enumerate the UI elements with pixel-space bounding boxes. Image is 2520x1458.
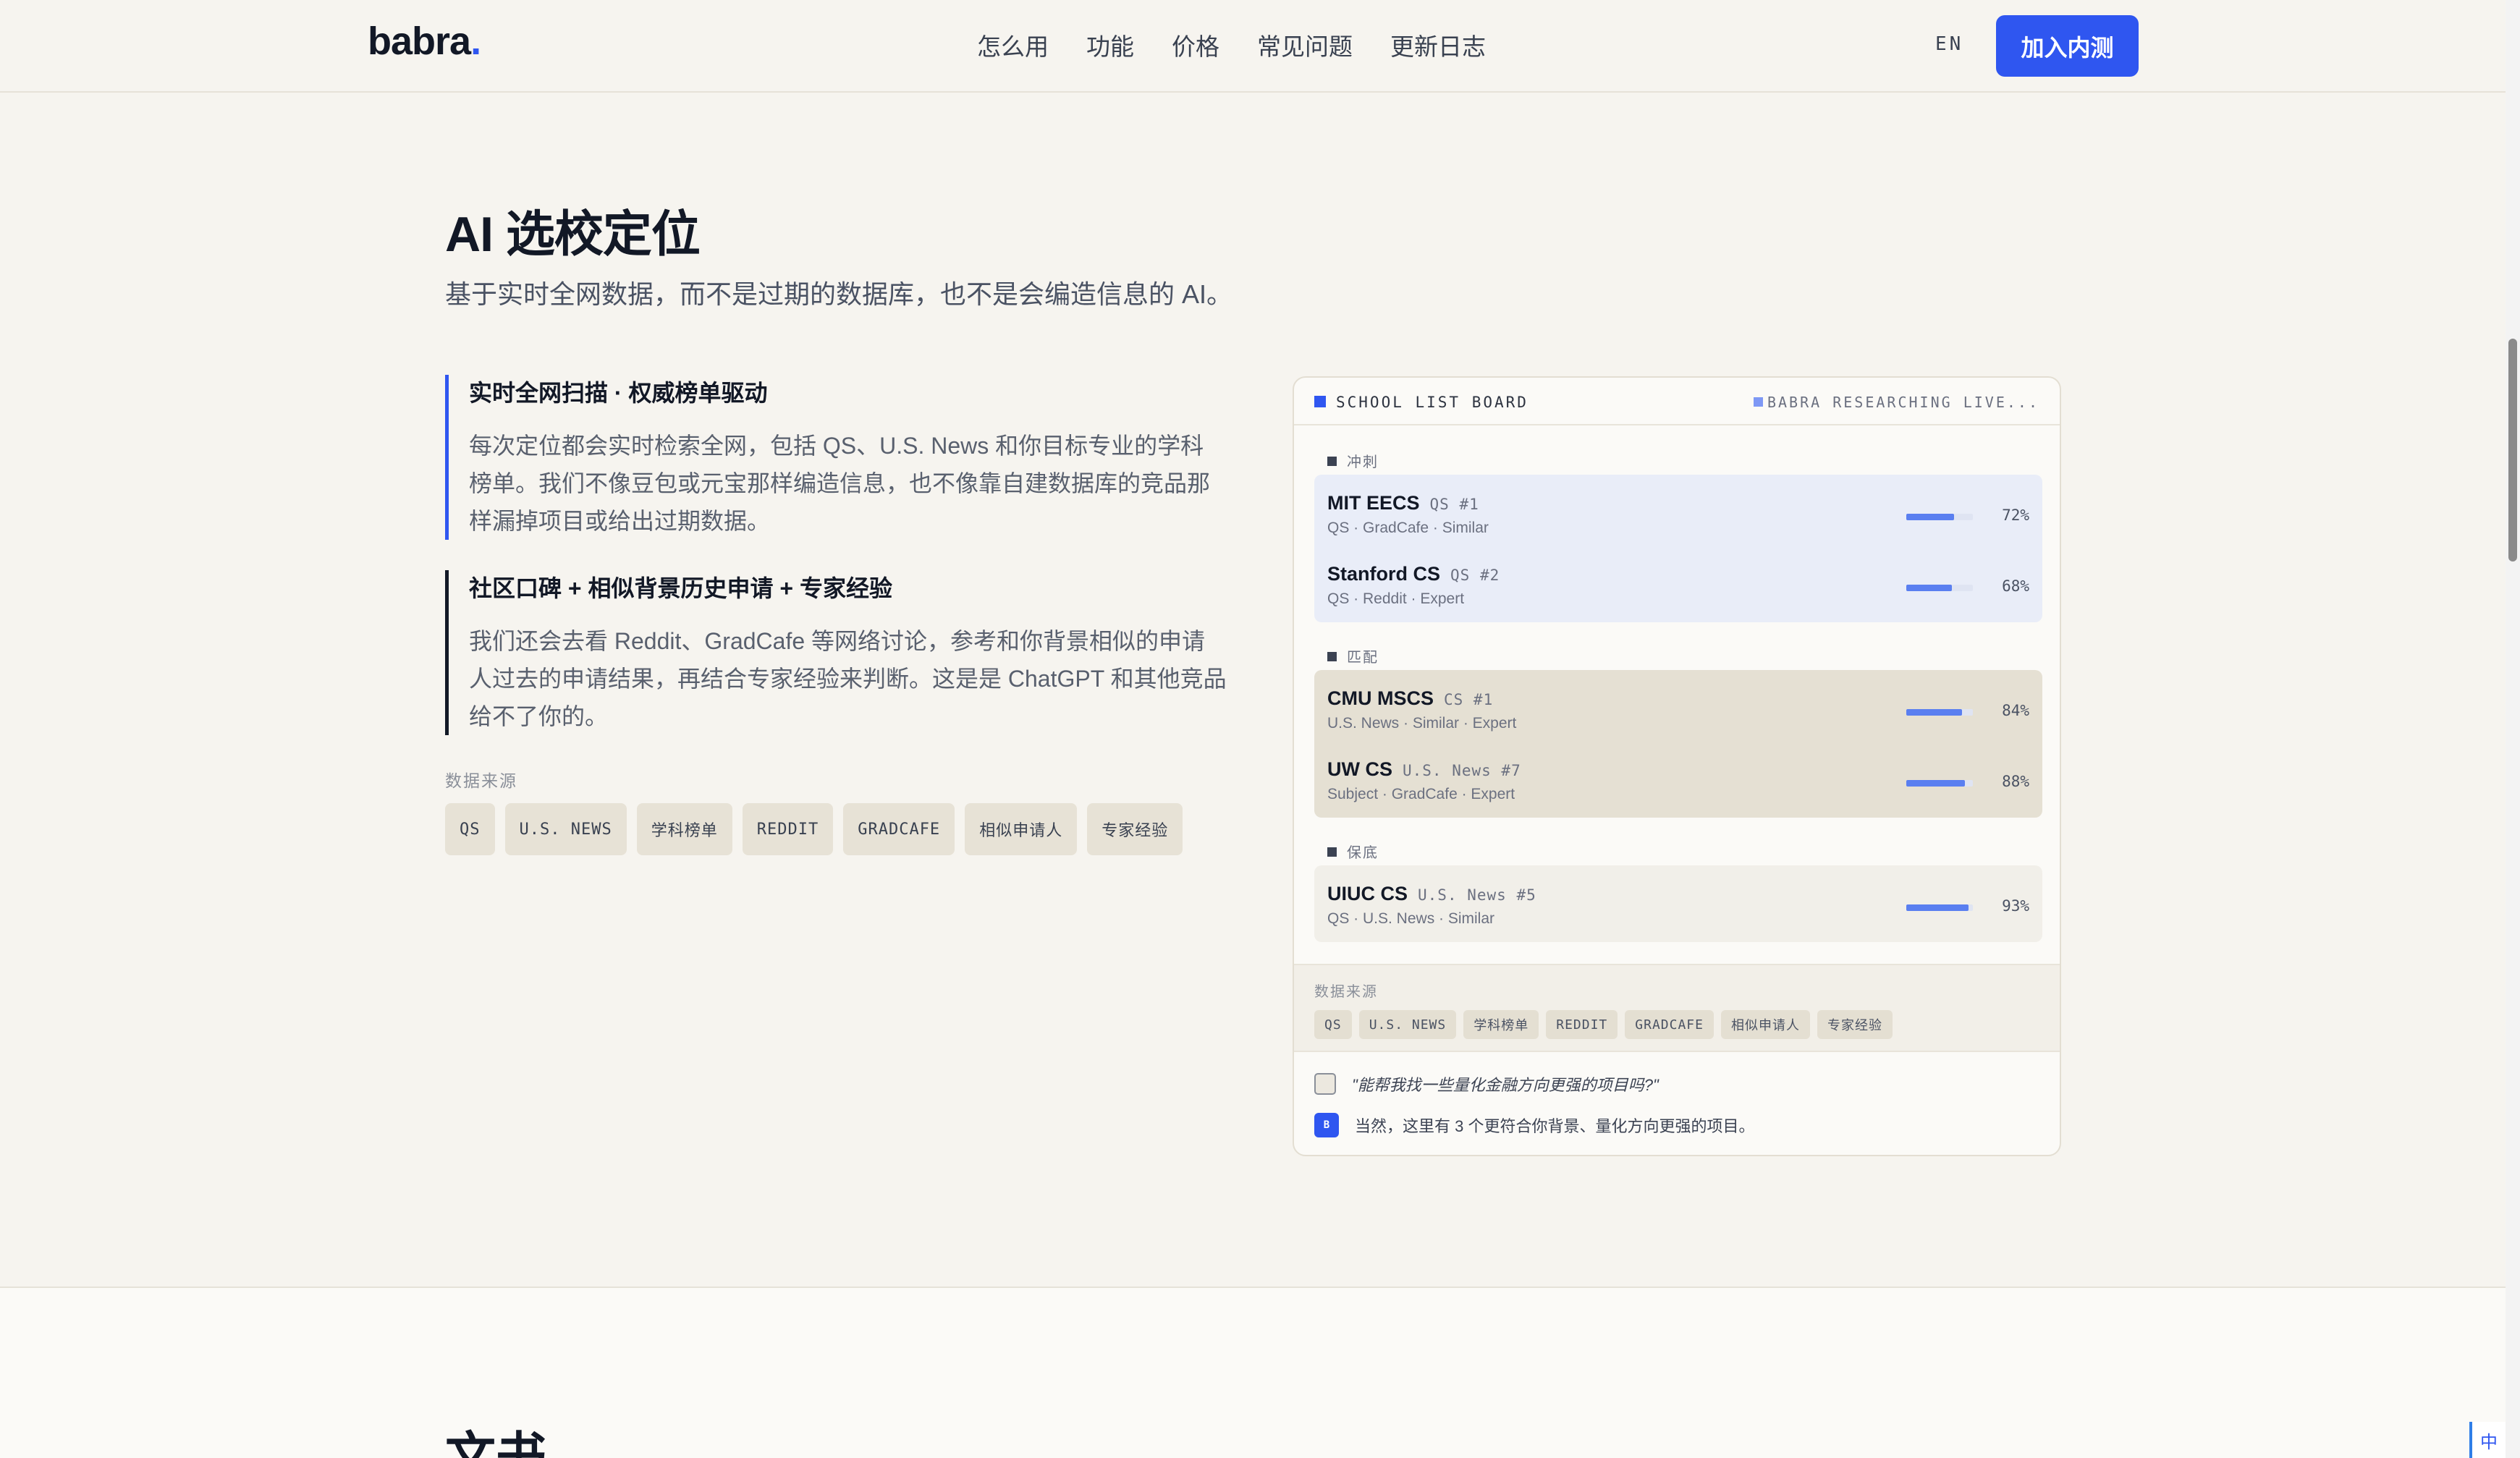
logo-dot: . [470, 20, 481, 63]
match-bar-fill [1906, 904, 1969, 911]
source-chip: REDDIT [1546, 1010, 1618, 1039]
source-chip: 相似申请人 [965, 803, 1078, 855]
top-header: babra. 怎么用 功能 价格 常见问题 更新日志 EN 加入内测 [0, 0, 2506, 93]
square-icon [1314, 396, 1326, 407]
square-icon [1327, 457, 1337, 466]
square-icon [1327, 847, 1337, 857]
school-sources: QS · Reddit · Expert [1327, 590, 1465, 607]
group-match: CMU MSCS CS #1 U.S. News · Similar · Expe… [1314, 670, 2042, 818]
nav-features[interactable]: 功能 [1086, 27, 1134, 62]
group-label-match: 匹配 [1327, 645, 1379, 666]
source-chip: 专家经验 [1087, 803, 1183, 855]
school-list-board: SCHOOL LIST BOARD BABRA RESEARCHING LIVE… [1293, 376, 2061, 1156]
chat-answer-text: 当然，这里有 3 个更符合你背景、量化方向更强的项目。 [1355, 1117, 1755, 1135]
chat-bubble-icon [1314, 1073, 1336, 1095]
source-chip: GRADCAFE [1625, 1010, 1714, 1039]
group-label-reach: 冲刺 [1327, 450, 1379, 471]
section-subtitle: 基于实时全网数据，而不是过期的数据库，也不是会编造信息的 AI。 [445, 279, 1233, 309]
school-row[interactable]: UIUC CS U.S. News #5 QS · U.S. News · Sim… [1314, 868, 2042, 939]
school-name: CMU MSCS [1327, 687, 1434, 709]
source-chip: 相似申请人 [1720, 1010, 1810, 1039]
source-chip: GRADCAFE [843, 803, 955, 855]
board-live-status: BABRA RESEARCHING LIVE... [1753, 394, 2039, 411]
group-reach: MIT EECS QS #1 QS · GradCafe · Similar 72… [1314, 475, 2042, 622]
source-chip: 学科榜单 [636, 803, 732, 855]
match-percent: 93% [2002, 897, 2029, 915]
section-title: AI 选校定位 [445, 207, 701, 262]
group-safety: UIUC CS U.S. News #5 QS · U.S. News · Sim… [1314, 865, 2042, 942]
nav-how-to-use[interactable]: 怎么用 [977, 27, 1049, 62]
match-bar [1906, 514, 1973, 520]
school-row[interactable]: UW CS U.S. News #7 Subject · GradCafe · E… [1314, 744, 2042, 815]
board-header: SCHOOL LIST BOARD BABRA RESEARCHING LIVE… [1294, 378, 2060, 425]
source-chip: U.S. NEWS [504, 803, 627, 855]
school-name: Stanford CS [1327, 563, 1441, 585]
match-percent: 88% [2002, 773, 2029, 790]
school-rank: QS #1 [1429, 496, 1479, 513]
feature-realtime-scan: 实时全网扫描 · 权威榜单驱动 每次定位都会实时检索全网，包括 QS、U.S. … [445, 375, 1227, 540]
match-bar [1906, 709, 1973, 716]
school-row[interactable]: Stanford CS QS #2 QS · Reddit · Expert 68… [1314, 548, 2042, 619]
school-sources: Subject · GradCafe · Expert [1327, 786, 1515, 802]
data-source-chips: QS U.S. NEWS 学科榜单 REDDIT GRADCAFE 相似申请人 … [445, 803, 1183, 855]
feature-description: 每次定位都会实时检索全网，包括 QS、U.S. News 和你目标专业的学科榜单… [469, 433, 1211, 534]
nav-pricing[interactable]: 价格 [1172, 27, 1219, 62]
source-chip: 学科榜单 [1463, 1010, 1539, 1039]
match-bar-fill [1906, 585, 1952, 591]
match-bar [1906, 904, 1973, 911]
school-rank: U.S. News #5 [1418, 886, 1536, 904]
school-sources: U.S. News · Similar · Expert [1327, 715, 1517, 732]
logo[interactable]: babra. [368, 19, 481, 64]
school-rank: U.S. News #7 [1403, 762, 1521, 779]
feature-description: 我们还会去看 Reddit、GradCafe 等网络讨论，参考和你背景相似的申请… [469, 628, 1227, 729]
next-section [0, 1288, 2506, 1458]
match-bar-fill [1906, 709, 1963, 716]
match-percent: 68% [2002, 577, 2029, 595]
match-bar-fill [1906, 514, 1955, 520]
school-name: UW CS [1327, 758, 1392, 780]
board-source-chips: QS U.S. NEWS 学科榜单 REDDIT GRADCAFE 相似申请人 … [1314, 1010, 1893, 1039]
group-label-safety: 保底 [1327, 841, 1379, 862]
school-name: MIT EECS [1327, 492, 1420, 514]
language-toggle[interactable]: EN [1935, 33, 1963, 55]
data-sources-label: 数据来源 [445, 772, 517, 791]
school-name: UIUC CS [1327, 883, 1408, 904]
babra-avatar-icon: B [1314, 1113, 1339, 1137]
match-bar-fill [1906, 780, 1965, 787]
chat-assistant-message: B 当然，这里有 3 个更符合你背景、量化方向更强的项目。 [1314, 1113, 1754, 1137]
source-chip: QS [445, 803, 495, 855]
source-chip: U.S. NEWS [1358, 1010, 1457, 1039]
board-title: SCHOOL LIST BOARD [1314, 394, 1529, 411]
scrollbar-track[interactable] [2506, 0, 2520, 1458]
nav-faq[interactable]: 常见问题 [1257, 27, 1353, 62]
match-percent: 72% [2002, 507, 2029, 524]
school-row[interactable]: MIT EECS QS #1 QS · GradCafe · Similar 72… [1314, 478, 2042, 548]
school-sources: QS · GradCafe · Similar [1327, 520, 1489, 536]
ime-indicator[interactable]: 中 [2469, 1422, 2506, 1458]
main-nav: 怎么用 功能 价格 常见问题 更新日志 [977, 27, 1486, 62]
join-beta-button[interactable]: 加入内测 [1996, 15, 2139, 77]
nav-changelog[interactable]: 更新日志 [1390, 27, 1486, 62]
school-rank: CS #1 [1444, 691, 1494, 708]
board-data-sources: 数据来源 QS U.S. NEWS 学科榜单 REDDIT GRADCAFE 相… [1294, 964, 2060, 1052]
source-chip: REDDIT [742, 803, 834, 855]
live-square-icon [1753, 397, 1763, 407]
square-icon [1327, 652, 1337, 661]
chat-user-message: "能帮我找一些量化金融方向更强的项目吗?" [1314, 1072, 1659, 1095]
match-bar [1906, 585, 1973, 591]
source-chip: 专家经验 [1817, 1010, 1893, 1039]
feature-title: 社区口碑 + 相似背景历史申请 + 专家经验 [469, 575, 892, 601]
school-rank: QS #2 [1450, 567, 1500, 584]
source-chip: QS [1314, 1010, 1352, 1039]
chat-question-text: "能帮我找一些量化金融方向更强的项目吗?" [1352, 1076, 1659, 1094]
feature-title: 实时全网扫描 · 权威榜单驱动 [469, 380, 768, 406]
board-sources-label: 数据来源 [1314, 983, 1378, 1000]
school-row[interactable]: CMU MSCS CS #1 U.S. News · Similar · Expe… [1314, 673, 2042, 744]
match-percent: 84% [2002, 702, 2029, 719]
school-sources: QS · U.S. News · Similar [1327, 910, 1495, 927]
scrollbar-thumb[interactable] [2508, 339, 2517, 561]
next-section-title: 文书 [445, 1428, 546, 1458]
match-bar [1906, 780, 1973, 787]
feature-community: 社区口碑 + 相似背景历史申请 + 专家经验 我们还会去看 Reddit、Gra… [445, 570, 1227, 735]
